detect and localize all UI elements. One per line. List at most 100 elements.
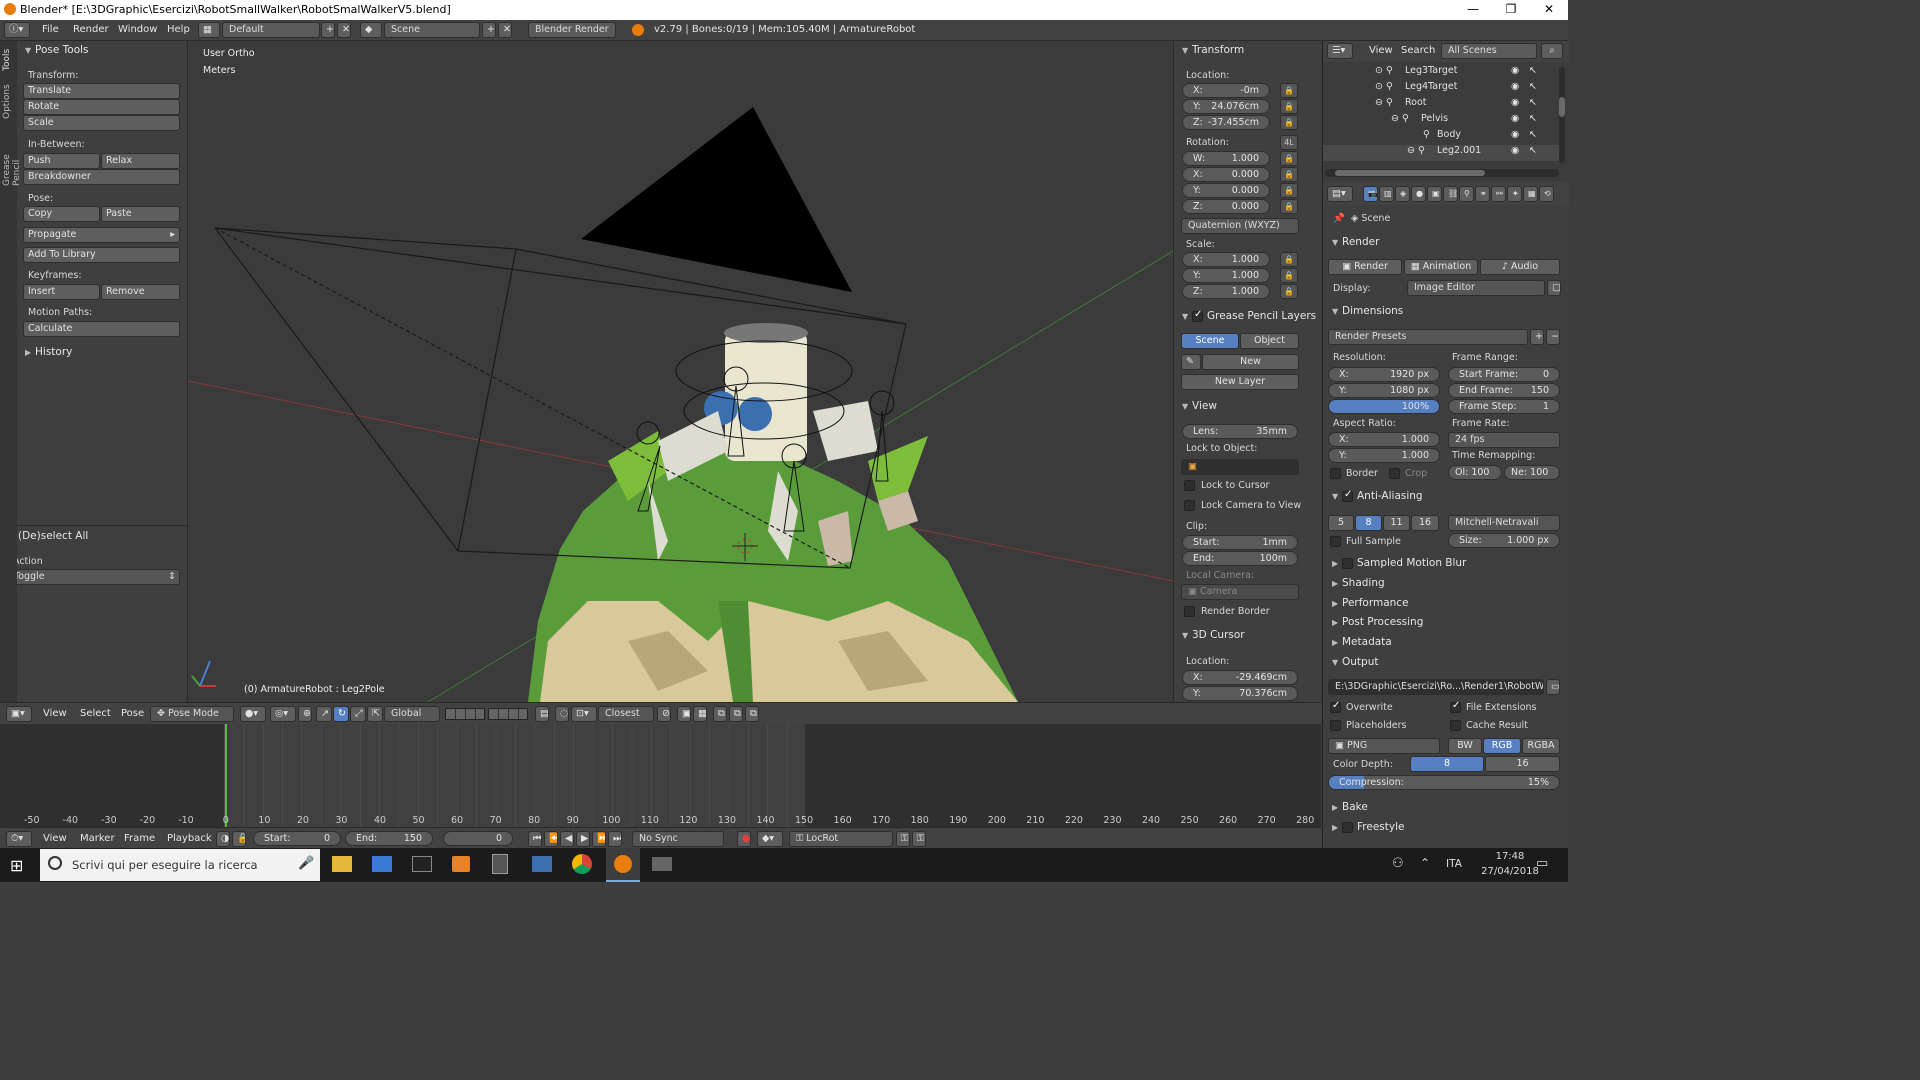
- freestyle-panel-header[interactable]: ▶ Freestyle: [1332, 821, 1404, 833]
- blender-taskbar-button[interactable]: [606, 848, 640, 882]
- frame-step-field[interactable]: Frame Step: 1: [1448, 399, 1560, 414]
- display-select[interactable]: Image Editor: [1407, 280, 1545, 296]
- output-panel-header[interactable]: ▼ Output: [1332, 656, 1378, 668]
- propagate-button[interactable]: Propagate ▸: [23, 227, 180, 243]
- search-icon[interactable]: ⌕: [1541, 43, 1563, 59]
- timeline-playback-menu[interactable]: Playback: [167, 833, 212, 844]
- snap-target-select[interactable]: Closest: [598, 706, 654, 722]
- lock-icon[interactable]: 🔒: [1280, 284, 1298, 299]
- aspect-x-field[interactable]: X: 1.000: [1328, 432, 1440, 447]
- bake-panel-header[interactable]: ▶ Bake: [1332, 801, 1368, 813]
- new-layer-button[interactable]: New Layer: [1181, 374, 1299, 390]
- lock-icon[interactable]: 🔒: [1280, 199, 1298, 214]
- scale-y-field[interactable]: Y: 1.000: [1182, 268, 1270, 283]
- cursor-icon[interactable]: ↖: [1529, 81, 1537, 92]
- clock-time[interactable]: 17:48: [1485, 851, 1535, 862]
- filter-size-field[interactable]: Size: 1.000 px: [1448, 533, 1560, 548]
- clip-start-field[interactable]: Start: 1mm: [1182, 535, 1298, 550]
- texture-tab-icon[interactable]: ▦: [1523, 186, 1538, 202]
- aspect-y-field[interactable]: Y: 1.000: [1328, 448, 1440, 463]
- scene-select[interactable]: Scene: [384, 22, 480, 38]
- rotation-4l-toggle[interactable]: 4L: [1280, 135, 1298, 150]
- pin-icon[interactable]: 📌: [1333, 213, 1345, 224]
- paste-pose-button[interactable]: Paste: [101, 206, 180, 222]
- viewport-select-menu[interactable]: Select: [80, 708, 111, 719]
- timeline-end-field[interactable]: End: 150: [345, 831, 433, 846]
- viewport-pose-menu[interactable]: Pose: [121, 708, 144, 719]
- antialiasing-panel-header[interactable]: ▼Anti-Aliasing: [1332, 489, 1423, 503]
- layout-add-icon[interactable]: +: [321, 22, 335, 38]
- rotate-manipulator-icon[interactable]: ↻: [333, 706, 349, 722]
- lock-camera-checkbox[interactable]: [1184, 500, 1195, 511]
- add-to-library-button[interactable]: Add To Library: [23, 247, 180, 263]
- resolution-percent-slider[interactable]: 100%: [1328, 399, 1440, 414]
- lock-object-field[interactable]: ▣: [1181, 459, 1299, 475]
- cursor-icon[interactable]: ↖: [1529, 129, 1537, 140]
- eye-icon[interactable]: ◉: [1511, 97, 1519, 108]
- rotation-z-field[interactable]: Z: 0.000: [1182, 199, 1270, 214]
- app-icon[interactable]: [652, 857, 672, 871]
- audio-button[interactable]: ♪ Audio: [1480, 259, 1560, 275]
- frame-rate-select[interactable]: 24 fps: [1448, 432, 1560, 448]
- view-header[interactable]: ▼ View: [1182, 400, 1217, 412]
- copy-pose-button[interactable]: Copy: [23, 206, 100, 222]
- terminal-icon[interactable]: [412, 856, 432, 872]
- grease-pencil-checkbox[interactable]: [1192, 309, 1203, 322]
- media-player-icon[interactable]: [452, 856, 470, 872]
- timeline-view-menu[interactable]: View: [43, 833, 67, 844]
- layer-buttons-2[interactable]: [488, 708, 528, 720]
- preset-remove-icon[interactable]: −: [1546, 329, 1560, 345]
- file-extensions-checkbox[interactable]: [1450, 700, 1461, 713]
- file-explorer-icon[interactable]: [332, 856, 352, 872]
- cursor-icon[interactable]: ↖: [1529, 97, 1537, 108]
- tab-tools[interactable]: Tools: [2, 49, 12, 71]
- freestyle-checkbox[interactable]: [1342, 821, 1353, 833]
- menu-render[interactable]: Render: [73, 24, 109, 35]
- viewport-shading-icon[interactable]: ●▾: [240, 706, 266, 722]
- full-sample-checkbox[interactable]: [1330, 536, 1341, 547]
- manipulator-icon[interactable]: ⊕: [298, 706, 312, 722]
- file-format-select[interactable]: ▣ PNG: [1328, 738, 1440, 754]
- constraints-tab-icon[interactable]: ⛓: [1443, 186, 1458, 202]
- menu-help[interactable]: Help: [167, 24, 190, 35]
- rotation-mode-select[interactable]: Quaternion (WXYZ): [1181, 218, 1299, 234]
- motion-blur-checkbox[interactable]: [1342, 557, 1353, 569]
- outliner-search-menu[interactable]: Search: [1401, 45, 1435, 56]
- border-checkbox[interactable]: [1330, 468, 1341, 479]
- store-icon[interactable]: [372, 856, 392, 872]
- copy-pose-icon[interactable]: ⧉: [713, 706, 727, 722]
- bone-tab-icon[interactable]: ⚭: [1475, 186, 1490, 202]
- timeline-frame-menu[interactable]: Frame: [124, 833, 155, 844]
- insert-key-icon[interactable]: ⚿: [896, 831, 910, 847]
- outliner-view-menu[interactable]: View: [1369, 45, 1393, 56]
- timeline-editor-icon[interactable]: ⏱▾: [6, 831, 32, 847]
- lock-icon[interactable]: 🔒: [1280, 151, 1298, 166]
- render-layers-tab-icon[interactable]: ▥: [1379, 186, 1394, 202]
- mode-select[interactable]: ✥ Pose Mode: [150, 706, 234, 722]
- lock-icon[interactable]: 🔒: [1280, 183, 1298, 198]
- depth-16-button[interactable]: 16: [1485, 756, 1560, 772]
- outliner-editor-icon[interactable]: ☰▾: [1327, 43, 1353, 59]
- layout-remove-icon[interactable]: ✕: [337, 22, 351, 38]
- grease-new-button[interactable]: New: [1202, 354, 1299, 370]
- bw-button[interactable]: BW: [1448, 738, 1482, 754]
- viewport-editor-icon[interactable]: ▣▾: [6, 706, 32, 722]
- insert-keyframe-button[interactable]: Insert: [23, 284, 100, 300]
- cache-result-checkbox[interactable]: [1450, 720, 1461, 731]
- menu-file[interactable]: File: [42, 24, 59, 35]
- editor-type-icon[interactable]: ⓘ▾: [4, 22, 30, 38]
- microphone-icon[interactable]: 🎤: [298, 856, 314, 871]
- time-new-field[interactable]: Ne: 100: [1504, 465, 1560, 480]
- remote-desktop-icon[interactable]: [532, 856, 552, 872]
- outliner-row[interactable]: ⊖ ⚲ Leg2.001 ◉ ↖: [1323, 145, 1561, 161]
- eye-icon[interactable]: ◉: [1511, 81, 1519, 92]
- scene-icon[interactable]: ◆: [360, 22, 382, 38]
- antialiasing-checkbox[interactable]: [1342, 489, 1353, 502]
- calculate-button[interactable]: Calculate: [23, 321, 180, 337]
- deselect-all-header[interactable]: ▼(De)select All: [8, 530, 88, 542]
- pivot-icon[interactable]: ◎▾: [270, 706, 296, 722]
- output-path-field[interactable]: E:\3DGraphic\Esercizi\Ro...\Render1\Robo…: [1328, 679, 1544, 695]
- transform-header[interactable]: ▼ Transform: [1182, 44, 1244, 56]
- aa-samples-16[interactable]: 16: [1411, 515, 1439, 531]
- relax-button[interactable]: Relax: [101, 153, 180, 169]
